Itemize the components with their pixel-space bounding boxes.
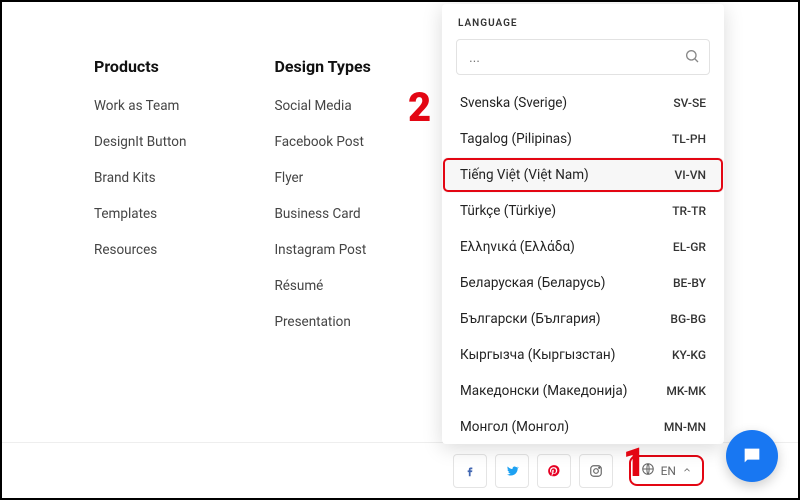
language-option[interactable]: Монгол (Монгол) MN-MN [442, 409, 724, 444]
pinterest-icon[interactable] [537, 454, 571, 488]
facebook-icon[interactable] [453, 454, 487, 488]
language-search-wrapper [456, 39, 710, 75]
language-name: Македонски (Македонија) [460, 383, 627, 399]
language-code-label: EN [661, 464, 676, 478]
footer-link[interactable]: Facebook Post [274, 134, 370, 150]
footer-link[interactable]: Templates [94, 206, 186, 222]
language-code: TL-PH [672, 132, 706, 146]
language-dropdown-panel: LANGUAGE Svenska (Sverige) SV-SE Tagalog (… [442, 4, 724, 444]
language-name: Tagalog (Pilipinas) [460, 131, 572, 147]
language-option[interactable]: Български (България) BG-BG [442, 301, 724, 337]
footer-link[interactable]: Business Card [274, 206, 370, 222]
instagram-icon[interactable] [579, 454, 613, 488]
column-title-design-types: Design Types [274, 57, 370, 76]
language-option[interactable]: Беларуская (Беларусь) BE-BY [442, 265, 724, 301]
language-list: Svenska (Sverige) SV-SE Tagalog (Pilipinas… [442, 83, 724, 444]
language-name: Svenska (Sverige) [460, 95, 567, 111]
language-code: BG-BG [670, 312, 706, 326]
language-name: Tiếng Việt (Việt Nam) [460, 167, 589, 183]
footer-link[interactable]: Flyer [274, 170, 370, 186]
language-selector-button[interactable]: EN [629, 455, 704, 486]
language-code: SV-SE [673, 96, 706, 110]
column-links-design-types: Social Media Facebook Post Flyer Business C… [274, 98, 370, 330]
footer-bottom-bar: EN [2, 442, 798, 498]
language-option[interactable]: Svenska (Sverige) SV-SE [442, 85, 724, 121]
language-option[interactable]: Tiếng Việt (Việt Nam) VI-VN [442, 157, 724, 193]
language-option[interactable]: Türkçe (Türkiye) TR-TR [442, 193, 724, 229]
chat-button[interactable] [726, 430, 778, 482]
language-code: BE-BY [673, 276, 706, 290]
language-option[interactable]: Tagalog (Pilipinas) TL-PH [442, 121, 724, 157]
language-code: VI-VN [675, 168, 706, 182]
language-option[interactable]: Ελληνικά (Ελλάδα) EL-GR [442, 229, 724, 265]
language-code: EL-GR [673, 240, 706, 254]
language-code: MK-MK [666, 384, 706, 398]
language-name: Монгол (Монгол) [460, 419, 569, 435]
language-search-input[interactable] [456, 39, 710, 75]
footer-link[interactable]: Résumé [274, 278, 370, 294]
language-code: TR-TR [672, 204, 706, 218]
language-name: Türkçe (Türkiye) [460, 203, 556, 219]
footer-link[interactable]: DesignIt Button [94, 134, 186, 150]
column-title-products: Products [94, 57, 186, 76]
language-name: Български (България) [460, 311, 601, 327]
chevron-up-icon [682, 464, 692, 478]
footer-link[interactable]: Resources [94, 242, 186, 258]
column-design-types: Design Types Social Media Facebook Post Fl… [274, 57, 370, 350]
column-products: Products Work as Team DesignIt Button Bran… [94, 57, 186, 350]
column-links-products: Work as Team DesignIt Button Brand Kits Tem… [94, 98, 186, 258]
social-links [453, 454, 613, 488]
language-code: MN-MN [664, 420, 706, 434]
search-icon [684, 48, 700, 64]
language-name: Ελληνικά (Ελλάδα) [460, 239, 575, 255]
footer-link[interactable]: Instagram Post [274, 242, 370, 258]
language-option[interactable]: Кыргызча (Кыргызстан) KY-KG [442, 337, 724, 373]
language-name: Кыргызча (Кыргызстан) [460, 347, 615, 363]
footer-link[interactable]: Work as Team [94, 98, 186, 114]
globe-icon [641, 462, 655, 479]
language-panel-header: LANGUAGE [442, 4, 724, 39]
twitter-icon[interactable] [495, 454, 529, 488]
footer-link[interactable]: Presentation [274, 314, 370, 330]
footer-link[interactable]: Social Media [274, 98, 370, 114]
language-option[interactable]: Македонски (Македонија) MK-MK [442, 373, 724, 409]
language-name: Беларуская (Беларусь) [460, 275, 605, 291]
language-code: KY-KG [672, 348, 706, 362]
footer-link[interactable]: Brand Kits [94, 170, 186, 186]
